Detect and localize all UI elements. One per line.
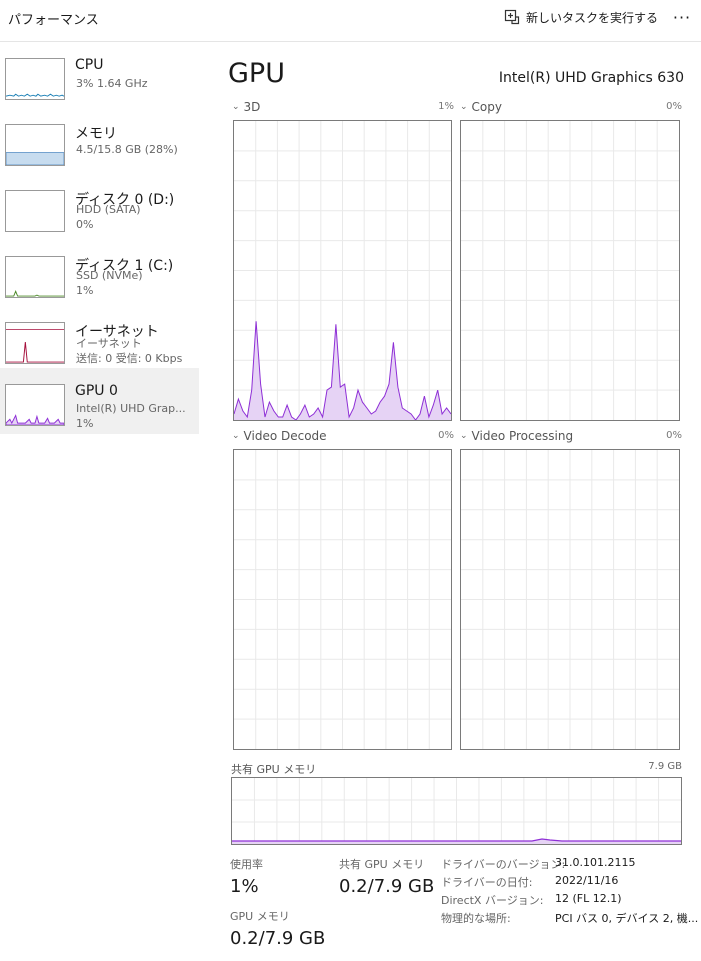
disk1-thumb-line xyxy=(6,290,64,297)
chevron-down-icon: ⌄ xyxy=(232,431,240,441)
sidebar-item-detail: イーサネット xyxy=(76,337,142,350)
disk1-thumbnail xyxy=(5,256,65,298)
sidebar-item-name: メモリ xyxy=(75,126,117,142)
shared-memory-max: 7.9 GB xyxy=(648,761,682,772)
page-title: パフォーマンス xyxy=(8,13,99,28)
gpu-memory-label: GPU メモリ xyxy=(230,910,290,923)
cpu-thumbnail xyxy=(5,58,65,100)
engine-percent: 0% xyxy=(666,430,682,441)
shared-memory-graph xyxy=(231,777,682,845)
engine-percent: 0% xyxy=(666,101,682,112)
gpu-model-name: Intel(R) UHD Graphics 630 xyxy=(498,70,684,86)
sidebar-item-usage: 0% xyxy=(76,218,94,231)
sidebar-item-usage: 1% xyxy=(76,284,94,297)
more-options-button[interactable]: ··· xyxy=(669,6,695,28)
new-task-label: 新しいタスクを実行する xyxy=(526,10,659,25)
sidebar-item-usage: 1% xyxy=(76,417,94,430)
chevron-down-icon: ⌄ xyxy=(232,102,240,112)
sidebar-item-disk0[interactable]: ディスク 0 (D:) HDD (SATA) 0% xyxy=(0,174,199,240)
sidebar-item-memory[interactable]: メモリ 4.5/15.8 GB (28%) xyxy=(0,108,199,174)
engine-label: Video Decode xyxy=(243,429,327,443)
physical-location-label: 物理的な場所: xyxy=(441,912,511,925)
new-task-button[interactable]: 新しいタスクを実行する xyxy=(504,6,658,28)
new-task-icon xyxy=(504,9,520,25)
physical-location-value: PCI バス 0, デバイス 2, 機... xyxy=(555,912,699,925)
sidebar-item-gpu0[interactable]: GPU 0 Intel(R) UHD Grap... 1% xyxy=(0,368,199,434)
sidebar-item-cpu[interactable]: CPU 3% 1.64 GHz xyxy=(0,42,199,108)
engine-graph-copy xyxy=(460,120,680,421)
engine-selector-video-decode[interactable]: ⌄ Video Decode xyxy=(232,429,327,443)
sidebar-item-name: CPU xyxy=(75,57,104,73)
engine-selector-3d[interactable]: ⌄ 3D xyxy=(232,100,260,114)
directx-version-value: 12 (FL 12.1) xyxy=(555,892,622,905)
shared-memory-label: 共有 GPU メモリ xyxy=(231,763,317,776)
driver-date-label: ドライバーの日付: xyxy=(441,876,533,889)
gpu0-thumb-fill xyxy=(6,414,64,425)
ethernet-thumbnail xyxy=(5,322,65,364)
engine-graph-video-decode xyxy=(233,449,452,750)
ethernet-thumb-line xyxy=(6,342,64,363)
sidebar-item-ethernet[interactable]: イーサネット イーサネット 送信: 0 受信: 0 Kbps xyxy=(0,306,199,372)
utilization-value: 1% xyxy=(230,876,259,897)
gpu-memory-value: 0.2/7.9 GB xyxy=(230,928,326,949)
driver-version-label: ドライバーのバージョン: xyxy=(441,858,566,871)
engine-selector-copy[interactable]: ⌄ Copy xyxy=(460,100,502,114)
sidebar-item-name: GPU 0 xyxy=(75,383,118,399)
engine-label: Video Processing xyxy=(471,429,574,443)
driver-version-value: 31.0.101.2115 xyxy=(555,856,636,869)
chevron-down-icon: ⌄ xyxy=(460,431,468,441)
memory-thumb-fill xyxy=(6,152,64,165)
directx-version-label: DirectX バージョン: xyxy=(441,894,544,907)
driver-date-value: 2022/11/16 xyxy=(555,874,619,887)
top-bar: パフォーマンス 新しいタスクを実行する ··· xyxy=(0,0,701,42)
memory-thumbnail xyxy=(5,124,65,166)
engine-percent: 0% xyxy=(438,430,454,441)
sidebar-item-detail: HDD (SATA) xyxy=(76,203,141,216)
engine-graph-video-processing xyxy=(460,449,680,750)
engine-label: Copy xyxy=(471,100,502,114)
sidebar-item-disk1[interactable]: ディスク 1 (C:) SSD (NVMe) 1% xyxy=(0,240,199,306)
gpu-title: GPU xyxy=(228,58,285,89)
shared-gpu-memory-value: 0.2/7.9 GB xyxy=(339,876,435,897)
engine-percent: 1% xyxy=(438,101,454,112)
disk0-thumbnail xyxy=(5,190,65,232)
shared-gpu-memory-label: 共有 GPU メモリ xyxy=(339,858,425,871)
engine-graph-3d xyxy=(233,120,452,421)
sidebar-item-detail: SSD (NVMe) xyxy=(76,269,143,282)
utilization-label: 使用率 xyxy=(230,858,263,871)
chevron-down-icon: ⌄ xyxy=(460,102,468,112)
sidebar-item-throughput: 送信: 0 受信: 0 Kbps xyxy=(76,352,183,365)
sidebar-item-detail: 3% 1.64 GHz xyxy=(76,77,148,90)
gpu0-thumbnail xyxy=(5,384,65,426)
engine-label: 3D xyxy=(243,100,261,114)
sidebar: CPU 3% 1.64 GHz メモリ 4.5/15.8 GB (28%) ディ… xyxy=(0,42,200,961)
sidebar-item-detail: Intel(R) UHD Grap... xyxy=(76,402,186,415)
cpu-thumb-line xyxy=(6,93,64,97)
sidebar-item-detail: 4.5/15.8 GB (28%) xyxy=(76,143,178,156)
engine-selector-video-processing[interactable]: ⌄ Video Processing xyxy=(460,429,573,443)
